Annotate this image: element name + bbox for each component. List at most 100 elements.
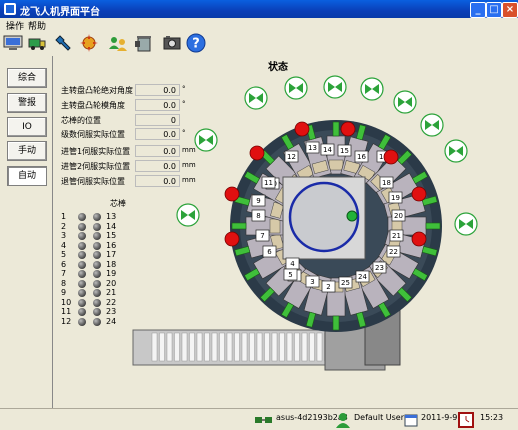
station-number: 21	[392, 232, 401, 240]
station-label: 18	[379, 176, 394, 189]
rail-bar	[211, 332, 218, 362]
rail-bar	[264, 332, 270, 362]
users-icon[interactable]	[108, 33, 128, 53]
trash-icon[interactable]	[134, 33, 154, 53]
rail-bar	[256, 332, 263, 362]
nav-manual[interactable]: 手动	[7, 141, 47, 161]
station-number: 7	[260, 232, 264, 240]
station-label: 19	[388, 191, 403, 204]
core-indicator-dot	[78, 213, 86, 221]
rail-bar	[174, 332, 180, 362]
param-label: 主转盘凸轮模角度	[61, 101, 125, 110]
core-indicator-dot	[93, 298, 101, 307]
rail-bar	[219, 332, 225, 362]
core-number: 17	[106, 250, 117, 259]
station-label: 9	[251, 194, 266, 207]
core-number: 10	[61, 297, 72, 307]
nav-summary[interactable]: 综合	[7, 68, 47, 88]
station-number: 18	[382, 179, 391, 187]
user-icon	[336, 413, 350, 428]
rail-bar	[159, 332, 165, 362]
core-indicator-dot	[78, 317, 86, 326]
station-number: 4	[290, 260, 295, 268]
param-label: 进管2伺服实际位置	[61, 162, 131, 171]
rail-bar	[271, 332, 278, 362]
close-button[interactable]: ×	[502, 2, 518, 18]
calendar-icon	[404, 414, 418, 427]
station-number: 22	[389, 248, 398, 256]
red-lamp	[224, 186, 240, 202]
minimize-button[interactable]: _	[470, 2, 486, 18]
network-icon	[255, 417, 272, 423]
rail-bar	[249, 332, 255, 362]
core-indicator-dot	[93, 241, 101, 250]
station-number: 11	[264, 179, 273, 187]
rail-bar	[166, 332, 173, 362]
core-indicator-dot	[93, 279, 101, 288]
station-label: 12	[284, 150, 299, 163]
nav-auto[interactable]: 自动	[7, 166, 47, 186]
station-number: 6	[267, 248, 272, 256]
red-lamp	[224, 231, 240, 247]
station-label: 13	[305, 141, 320, 154]
core-indicator-dot	[78, 251, 86, 259]
disc-indicator	[346, 210, 358, 222]
rail-bar	[294, 332, 300, 362]
truck-icon[interactable]	[27, 33, 47, 53]
date: 2011-9-9	[421, 413, 458, 422]
station-label: 21	[389, 229, 404, 242]
maximize-button[interactable]: □	[486, 2, 502, 18]
station-number: 24	[358, 273, 367, 281]
core-number: 19	[106, 269, 117, 278]
rail-bar	[234, 332, 240, 362]
wrench-icon[interactable]	[55, 33, 75, 53]
core-indicator-dot	[93, 222, 101, 231]
station-number: 8	[256, 212, 260, 220]
monitor-icon[interactable]	[3, 33, 23, 53]
param-label: 芯棒的位置	[61, 116, 101, 125]
core-number: 5	[61, 250, 67, 259]
core-indicator-dot	[78, 232, 86, 240]
fan-icon	[244, 86, 268, 110]
core-number: 15	[106, 231, 117, 240]
core-indicator-dot	[78, 270, 86, 278]
station-label: 11	[261, 176, 276, 189]
sidebar: 综合 警报 IO 手动 自动	[0, 56, 53, 408]
param-label: 主转盘凸轮绝对角度	[61, 86, 133, 95]
rail-bar	[279, 332, 285, 362]
station-label: 24	[355, 270, 370, 283]
alarm-icon[interactable]	[79, 33, 99, 53]
core-indicator-dot	[78, 308, 86, 316]
svg-text:?: ?	[192, 37, 200, 52]
rail-bar	[241, 332, 248, 362]
core-number: 4	[61, 240, 67, 250]
app-icon	[4, 3, 16, 15]
station-number: 23	[375, 264, 384, 272]
help-icon[interactable]: ?	[186, 33, 206, 53]
user-name: Default User	[354, 413, 405, 422]
station-number: 16	[357, 153, 366, 161]
core-indicator-dot	[78, 289, 86, 297]
core-number: 2	[61, 221, 67, 231]
core-number: 12	[61, 316, 72, 326]
rail-bar	[309, 332, 315, 362]
station-number: 15	[340, 147, 349, 155]
nav-io[interactable]: IO	[7, 117, 47, 137]
station-label: 15	[337, 144, 352, 157]
param-label: 级数伺服实际位置	[61, 130, 125, 139]
station-label: 20	[391, 209, 406, 222]
core-title: 芯棒	[110, 199, 126, 208]
station-number: 5	[288, 271, 292, 279]
core-number: 22	[106, 297, 117, 307]
window-title: 龙飞人机界面平台	[20, 7, 100, 18]
rail-bar	[286, 332, 293, 362]
core-indicator-dot	[78, 241, 86, 250]
station-label: 4	[285, 257, 300, 270]
nav-alarm[interactable]: 警报	[7, 93, 47, 113]
camera-icon[interactable]	[162, 33, 182, 53]
fan-icon	[454, 212, 478, 236]
station-label: 16	[354, 150, 369, 163]
core-number: 13	[106, 212, 117, 221]
fan-icon	[420, 113, 444, 137]
red-lamp	[383, 149, 399, 165]
